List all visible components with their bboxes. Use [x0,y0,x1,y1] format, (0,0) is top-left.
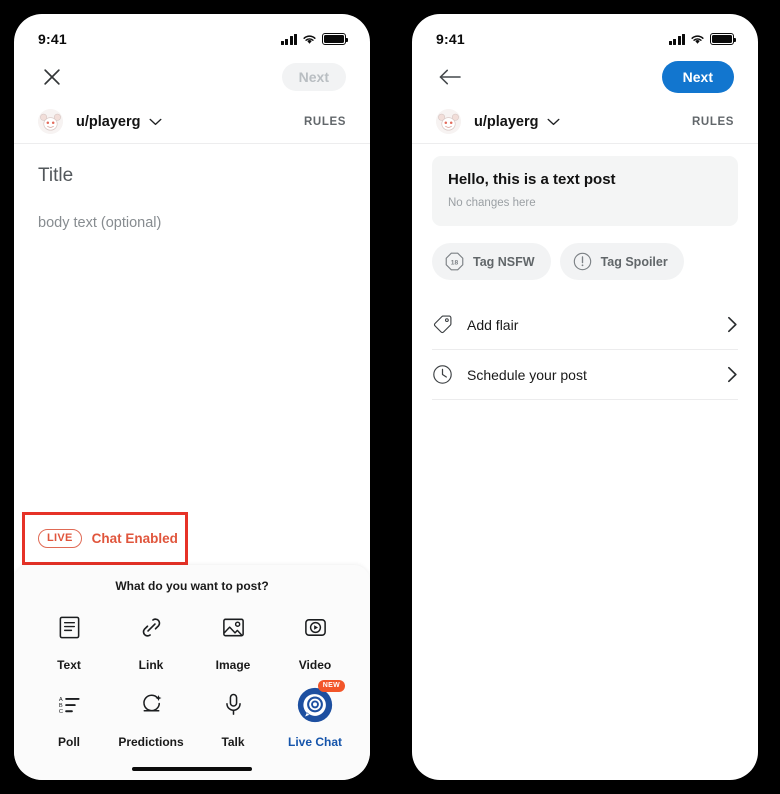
username-label: u/playerg [474,113,539,130]
microphone-icon [212,684,254,726]
wifi-icon [691,34,704,44]
chip-label: Tag Spoiler [600,254,668,269]
post-type-poll[interactable]: A B C Poll [28,684,110,749]
svg-text:B: B [58,703,62,709]
next-button[interactable]: Next [661,61,734,93]
chip-label: Tag NSFW [473,254,535,269]
post-type-text[interactable]: Text [28,607,110,672]
phone-screen-left: 9:41 Next u/playerg RULES Title body tex… [14,14,370,780]
status-time: 9:41 [38,31,67,47]
text-post-icon [48,607,90,649]
row-label: Schedule your post [467,366,587,383]
account-row-left[interactable]: u/playerg RULES [14,100,370,144]
status-bar-left: 9:41 [14,14,370,54]
live-chat-enabled-banner-highlight: LIVE Chat Enabled [22,512,188,565]
close-icon [44,69,60,85]
post-body-text: No changes here [448,197,536,209]
battery-icon [710,33,736,45]
link-icon [130,607,172,649]
schedule-post-row[interactable]: Schedule your post [432,350,738,400]
tag-spoiler-button[interactable]: Tag Spoiler [559,243,684,280]
add-flair-row[interactable]: Add flair [432,300,738,350]
live-chat-target-icon: NEW [294,679,345,726]
status-bar-right: 9:41 [412,14,758,54]
account-row-right[interactable]: u/playerg RULES [412,100,758,144]
svg-text:18: 18 [451,260,459,267]
title-input[interactable]: Title [38,144,346,187]
back-arrow-icon [439,69,461,85]
compose-area: Title body text (optional) [14,144,370,231]
chat-enabled-label: Chat Enabled [91,531,178,546]
nsfw-18-icon: 18 [445,252,464,271]
post-type-label: Live Chat [287,734,342,749]
user-avatar-icon [38,109,63,134]
user-avatar-icon [436,109,461,134]
post-type-label: Talk [221,734,245,749]
post-type-label: Text [57,657,81,672]
cellular-signal-icon [280,33,297,45]
status-icon-group [280,33,348,45]
row-label: Add flair [467,316,519,333]
wifi-icon [303,34,316,44]
chevron-right-icon [727,316,738,333]
sheet-title: What do you want to post? [115,578,269,593]
clock-icon [433,365,452,384]
nav-bar-left: Next [14,54,370,100]
status-icon-group [668,33,736,45]
post-type-talk[interactable]: Talk [192,684,274,749]
chevron-down-icon[interactable] [547,118,560,126]
poll-list-icon: A B C [48,684,90,726]
spoiler-alert-icon [573,252,591,271]
post-title-text: Hello, this is a text post [448,171,616,188]
flair-tag-icon [433,315,452,334]
body-input[interactable]: body text (optional) [38,187,346,231]
new-badge: NEW [317,679,345,692]
video-play-icon [294,607,336,649]
next-button-disabled[interactable]: Next [281,63,346,91]
post-type-predictions[interactable]: Predictions [110,684,192,749]
live-badge: LIVE [38,529,82,548]
post-type-sheet: What do you want to post? Text Link Imag… [14,564,370,780]
post-review-body: Hello, this is a text post No changes he… [412,144,758,400]
post-type-label: Link [138,657,164,672]
post-type-label: Image [215,657,251,672]
nav-bar-right: Next [412,54,758,100]
post-type-live-chat[interactable]: NEW Live Chat [274,679,356,749]
status-time: 9:41 [436,31,465,47]
username-label: u/playerg [76,113,141,130]
svg-text:A: A [58,697,62,703]
post-type-label: Poll [57,734,80,749]
post-settings-list: Add flair Schedule your post [432,280,738,400]
phone-screen-right: 9:41 Next u/playerg RULES Hello, this is… [412,14,758,780]
battery-icon [322,33,348,45]
image-icon [212,607,254,649]
rules-link[interactable]: RULES [692,116,734,128]
screenshot-canvas: 9:41 Next u/playerg RULES Title body tex… [0,0,780,794]
close-button[interactable] [38,63,66,91]
svg-text:C: C [58,709,62,715]
tag-nsfw-button[interactable]: 18 Tag NSFW [432,243,551,280]
post-type-label: Predictions [118,734,184,749]
post-type-label: Video [298,657,332,672]
post-type-image[interactable]: Image [192,607,274,672]
post-type-link[interactable]: Link [110,607,192,672]
rules-link[interactable]: RULES [304,116,346,128]
home-indicator [132,766,252,771]
back-button[interactable] [436,63,464,91]
post-preview-card[interactable]: Hello, this is a text post No changes he… [432,156,738,226]
cellular-signal-icon [668,33,685,45]
tag-chip-group: 18 Tag NSFW Tag Spoiler [432,226,738,280]
post-type-grid: Text Link Image Video A B C Poll Predict… [14,593,370,749]
chevron-down-icon[interactable] [149,118,162,126]
post-type-video[interactable]: Video [274,607,356,672]
chevron-right-icon [727,366,738,383]
predictions-icon [130,684,172,726]
